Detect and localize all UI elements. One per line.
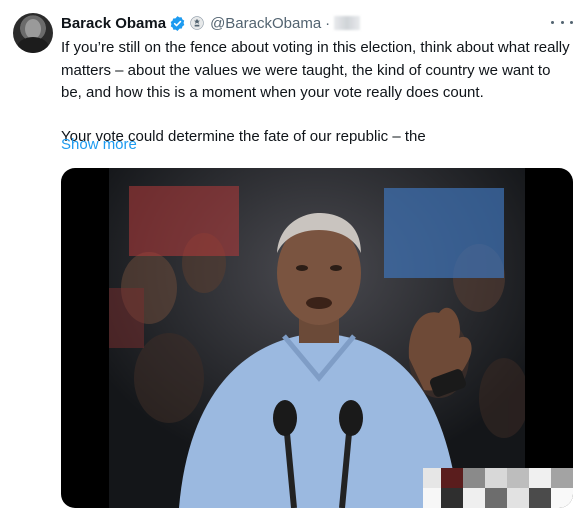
speaker-scene: [109, 168, 525, 508]
timestamp-redacted: [334, 16, 361, 30]
avatar-face: [25, 19, 41, 39]
tweet-header: Barack Obama @BarackObama ·: [61, 13, 361, 33]
tweet-paragraph-2: Your vote could determine the fate of ou…: [61, 127, 426, 145]
author-name[interactable]: Barack Obama: [61, 15, 166, 32]
tweet-text: If you’re still on the fence about votin…: [61, 37, 571, 148]
mosaic-watermark: [423, 468, 573, 508]
more-options-icon[interactable]: [551, 14, 573, 30]
show-more-link[interactable]: Show more: [61, 136, 137, 153]
video-frame[interactable]: [109, 168, 525, 508]
author-handle[interactable]: @BarackObama: [210, 15, 321, 32]
government-seal-icon: [190, 16, 204, 30]
verified-badge-icon: [170, 15, 185, 31]
avatar[interactable]: [13, 13, 53, 53]
header-separator: ·: [325, 14, 331, 32]
avatar-body: [17, 37, 49, 53]
video-media[interactable]: [61, 168, 573, 508]
tweet-paragraph-1: If you’re still on the fence about votin…: [61, 39, 570, 101]
